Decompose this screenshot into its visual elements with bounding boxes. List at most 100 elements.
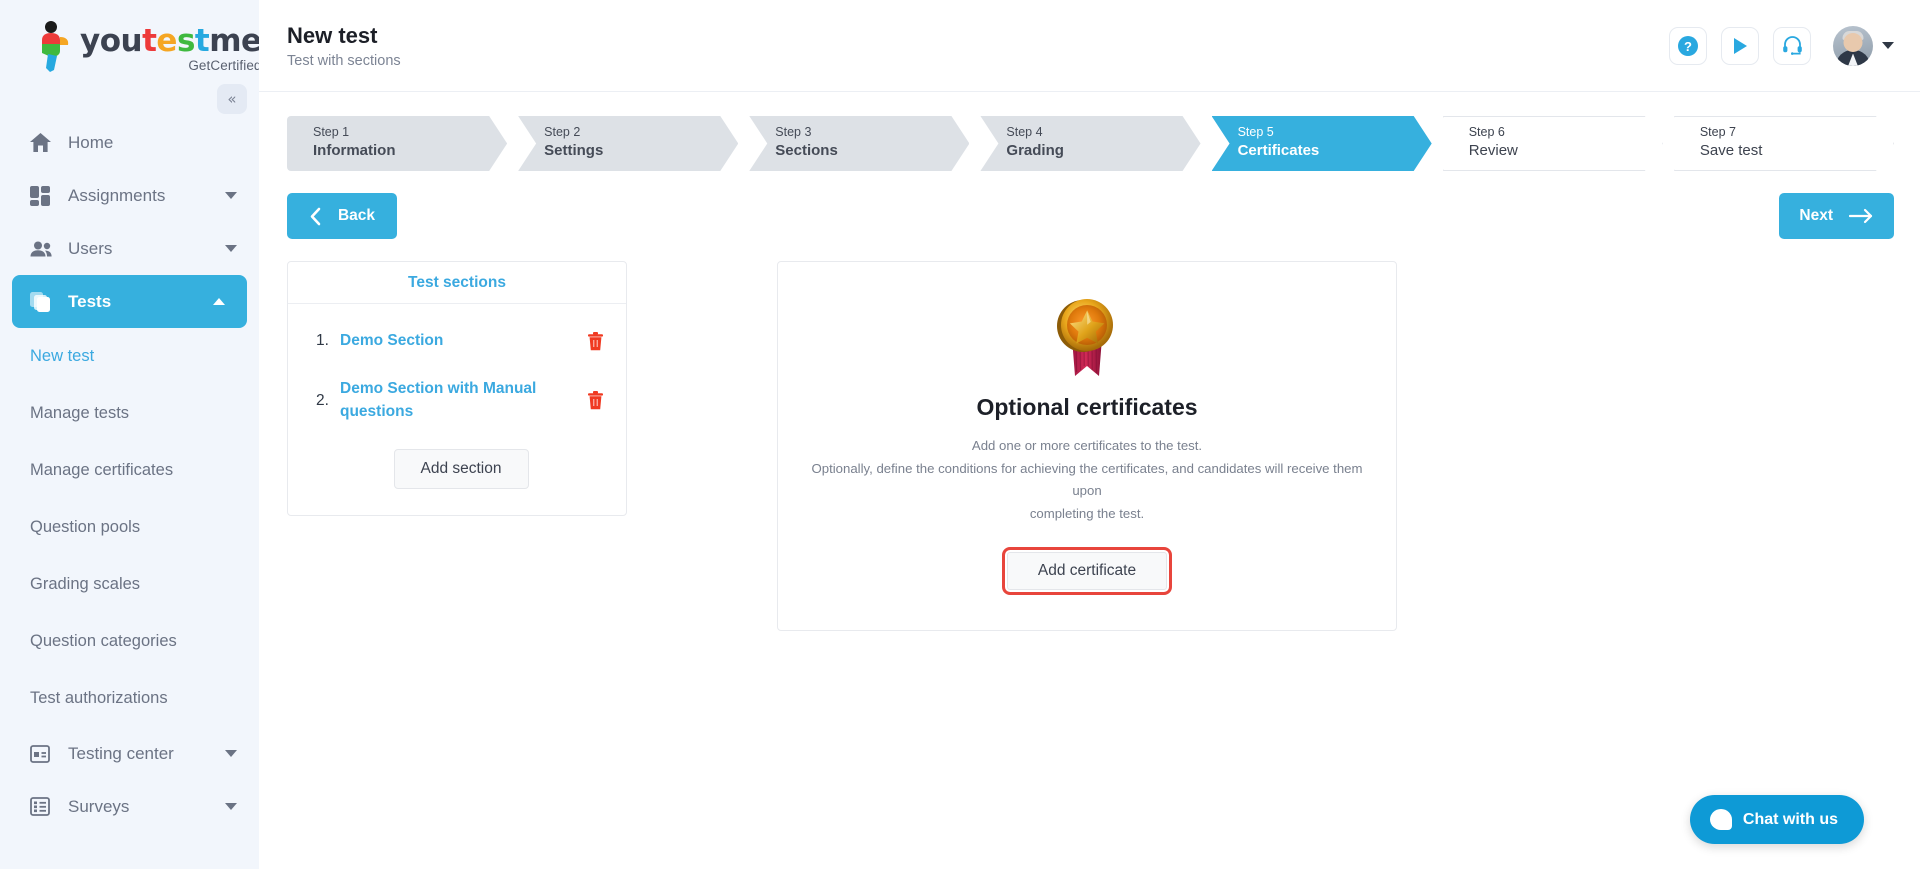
- sidebar-collapse-button[interactable]: «: [217, 84, 247, 114]
- sidebar-item-surveys[interactable]: Surveys: [0, 780, 259, 833]
- support-button[interactable]: [1773, 26, 1811, 65]
- certificates-card: Optional certificates Add one or more ce…: [777, 261, 1397, 631]
- delete-section-button[interactable]: [584, 331, 606, 351]
- section-list-item: 1. Demo Section: [316, 330, 606, 352]
- chat-with-us-label: Chat with us: [1742, 810, 1838, 828]
- sidebar-item-label: Assignments: [68, 185, 166, 205]
- certificates-description-line-1: Add one or more certificates to the test…: [971, 438, 1203, 453]
- wizard-step-number: Step 4: [1006, 125, 1043, 140]
- certificates-description-line-2: Optionally, define the conditions for ac…: [811, 460, 1363, 499]
- trash-icon: [587, 331, 603, 350]
- wizard-step-number: Step 5: [1237, 125, 1274, 140]
- chevron-down-icon[interactable]: [225, 192, 237, 199]
- panels-row: Test sections 1. Demo Section 2. Demo Se…: [287, 261, 1894, 631]
- surveys-icon: [30, 797, 56, 816]
- logo-mark-icon: [30, 20, 74, 72]
- add-section-button[interactable]: Add section: [393, 449, 529, 490]
- sidebar-item-label: Home: [68, 132, 114, 152]
- top-bar-actions: ?: [1669, 25, 1894, 66]
- wizard-step-name: Save test: [1699, 142, 1763, 160]
- assignments-icon: [30, 185, 56, 206]
- page-title: New test: [287, 22, 378, 48]
- chevron-up-icon[interactable]: [213, 298, 225, 305]
- content-area: Step 1 Information Step 2 Settings Step …: [259, 92, 1920, 631]
- trash-icon: [587, 391, 603, 410]
- wizard-step-2[interactable]: Step 2 Settings: [518, 116, 738, 171]
- sidebar-subitem-manage-certificates[interactable]: Manage certificates: [0, 442, 259, 499]
- sidebar-item-label: Users: [68, 238, 113, 258]
- brand-tagline: GetCertified: [188, 57, 259, 73]
- brand-logo[interactable]: youtestme GetCertified: [0, 0, 259, 92]
- help-button[interactable]: ?: [1669, 26, 1707, 65]
- sidebar-item-tests[interactable]: Tests: [12, 275, 247, 328]
- back-button-label: Back: [337, 207, 376, 224]
- next-button-label: Next: [1799, 207, 1833, 224]
- wizard-step-4[interactable]: Step 4 Grading: [980, 116, 1200, 171]
- app-root: youtestme GetCertified « Home Assignment…: [0, 0, 1920, 869]
- add-section-wrap: Add section: [316, 449, 606, 490]
- chat-with-us-button[interactable]: Chat with us: [1689, 795, 1864, 844]
- sidebar-item-label: Tests: [68, 291, 112, 311]
- wizard-step-name: Information: [313, 142, 396, 160]
- brand-wordmark: youtestme: [80, 22, 259, 59]
- top-bar: New test Test with sections ?: [259, 0, 1920, 92]
- sidebar-item-home[interactable]: Home: [0, 116, 259, 169]
- section-name-link[interactable]: Demo Section: [340, 330, 584, 352]
- certificates-title: Optional certificates: [976, 394, 1198, 420]
- test-sections-card: Test sections 1. Demo Section 2. Demo Se…: [287, 261, 627, 517]
- tests-icon: [30, 291, 56, 312]
- help-icon: ?: [1678, 35, 1698, 56]
- page-heading: New test Test with sections: [287, 22, 401, 70]
- user-menu[interactable]: [1833, 25, 1894, 66]
- section-name-link[interactable]: Demo Section with Manual questions: [340, 378, 584, 423]
- sidebar-subitem-question-categories[interactable]: Question categories: [0, 613, 259, 670]
- sidebar-item-assignments[interactable]: Assignments: [0, 169, 259, 222]
- chevron-left-icon: [310, 207, 321, 225]
- arrow-right-icon: [1849, 208, 1873, 224]
- play-tour-button[interactable]: [1721, 26, 1759, 65]
- wizard-step-name: Sections: [775, 142, 838, 160]
- sidebar-subitem-manage-tests[interactable]: Manage tests: [0, 385, 259, 442]
- chat-bubble-icon: [1709, 809, 1732, 830]
- sidebar-subitem-test-authorizations[interactable]: Test authorizations: [0, 670, 259, 727]
- wizard-step-7[interactable]: Step 7 Save test: [1674, 116, 1894, 171]
- users-icon: [30, 241, 56, 257]
- avatar: [1833, 25, 1873, 66]
- test-sections-title: Test sections: [288, 262, 626, 304]
- test-sections-body: 1. Demo Section 2. Demo Section with Man…: [288, 304, 626, 515]
- delete-section-button[interactable]: [584, 391, 606, 410]
- sidebar-item-label: Surveys: [68, 796, 130, 816]
- wizard-step-1[interactable]: Step 1 Information: [287, 116, 507, 171]
- page-subtitle: Test with sections: [287, 53, 401, 70]
- wizard-navigation: Back Next: [287, 193, 1894, 239]
- sidebar-subitem-question-pools[interactable]: Question pools: [0, 499, 259, 556]
- next-button[interactable]: Next: [1779, 193, 1894, 239]
- section-index: 1.: [316, 332, 329, 350]
- chevron-down-icon[interactable]: [225, 803, 237, 810]
- back-button[interactable]: Back: [287, 193, 397, 239]
- section-index: 2.: [316, 391, 329, 409]
- sidebar-subitem-grading-scales[interactable]: Grading scales: [0, 556, 259, 613]
- wizard-step-number: Step 7: [1699, 125, 1736, 140]
- wizard-step-number: Step 6: [1468, 125, 1505, 140]
- sidebar-item-users[interactable]: Users: [0, 222, 259, 275]
- play-icon: [1734, 37, 1747, 54]
- chevron-down-icon[interactable]: [225, 750, 237, 757]
- sidebar-subitem-new-test[interactable]: New test: [0, 328, 259, 385]
- main-content: New test Test with sections ? Step 1 Inf…: [259, 0, 1920, 869]
- chevron-down-icon[interactable]: [225, 245, 237, 252]
- wizard-step-name: Review: [1468, 142, 1518, 160]
- headset-icon: [1782, 36, 1802, 55]
- wizard-step-number: Step 3: [775, 125, 812, 140]
- certificates-description: Add one or more certificates to the test…: [808, 435, 1366, 526]
- chevron-down-icon[interactable]: [1882, 42, 1894, 49]
- add-certificate-button[interactable]: Add certificate: [1001, 546, 1173, 595]
- sidebar-nav: Home Assignments Users Tests New test Ma…: [0, 116, 259, 833]
- home-icon: [30, 133, 56, 152]
- wizard-step-6[interactable]: Step 6 Review: [1443, 116, 1663, 171]
- section-list-item: 2. Demo Section with Manual questions: [316, 378, 606, 423]
- sidebar-item-label: Testing center: [68, 743, 174, 763]
- sidebar-item-testing-center[interactable]: Testing center: [0, 727, 259, 780]
- wizard-step-5[interactable]: Step 5 Certificates: [1212, 116, 1432, 171]
- wizard-step-3[interactable]: Step 3 Sections: [749, 116, 969, 171]
